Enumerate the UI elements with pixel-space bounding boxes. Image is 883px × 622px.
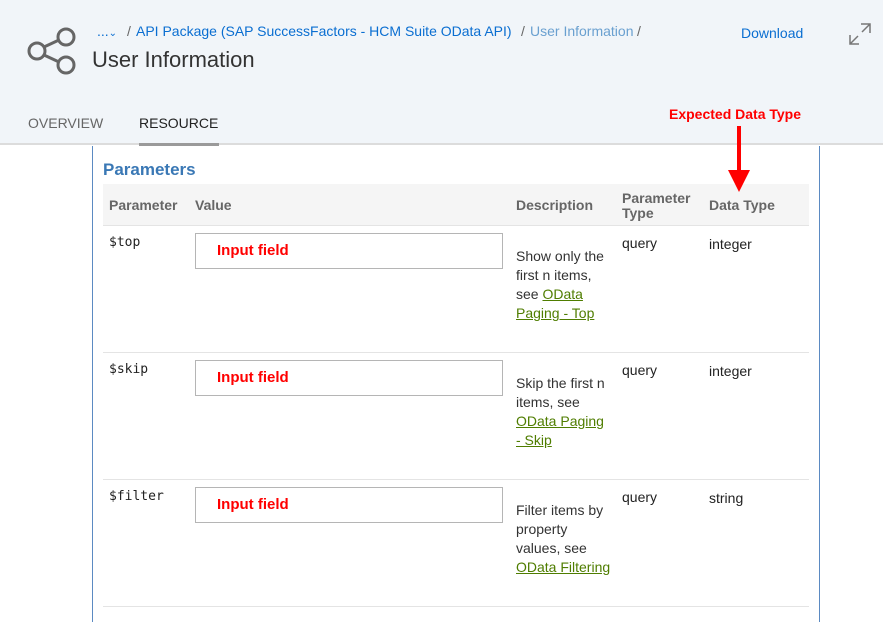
table-row: $filter Input field Filter items by prop…: [103, 480, 809, 607]
parameter-value-input[interactable]: Input field: [195, 233, 503, 269]
parameter-description: Skip the first n items, see OData Paging…: [516, 374, 611, 450]
table-row: $top Input field Show only the first n i…: [103, 226, 809, 353]
parameter-value-input[interactable]: Input field: [195, 487, 503, 523]
download-button[interactable]: Download: [741, 25, 803, 41]
column-header: Parameter Type: [622, 190, 691, 221]
column-header: Parameter: [109, 197, 178, 213]
breadcrumb-separator: /: [637, 23, 641, 39]
page-title: User Information: [92, 47, 255, 72]
breadcrumb-separator: /: [521, 23, 525, 39]
input-annotation: Input field: [217, 242, 289, 259]
data-type: integer: [709, 363, 752, 379]
chevron-down-icon: ⌄: [108, 28, 118, 39]
share-icon: [27, 27, 76, 75]
odata-doc-link[interactable]: OData Paging - Skip: [516, 413, 604, 448]
tab-overview[interactable]: OVERVIEW: [28, 115, 103, 131]
parameter-value-input[interactable]: Input field: [195, 360, 503, 396]
column-header: Description: [516, 197, 594, 213]
parameter-type: query: [622, 235, 658, 251]
tab-resource[interactable]: RESOURCE: [139, 115, 218, 131]
input-annotation: Input field: [217, 496, 289, 513]
parameter-type: query: [622, 362, 658, 378]
annotation-arrow-icon: [728, 126, 750, 192]
fullscreen-icon[interactable]: [848, 22, 872, 46]
description-text: Skip the first n items, see: [516, 375, 605, 410]
breadcrumb-separator: /: [127, 23, 131, 39]
annotation-label: Expected Data Type: [669, 106, 802, 122]
parameter-type: query: [622, 489, 658, 505]
parameter-name: $skip: [109, 362, 149, 377]
overflow-label: ...: [97, 23, 109, 39]
table-header: Parameter Value Description Parameter Ty…: [103, 184, 809, 226]
odata-doc-link[interactable]: OData Filtering: [516, 559, 610, 575]
column-header: Data Type: [709, 197, 775, 213]
page-header: ...⌄ / API Package (SAP SuccessFactors -…: [0, 0, 883, 146]
breadcrumb-current: User Information: [530, 23, 634, 39]
section-title: Parameters: [103, 160, 196, 179]
parameter-description: Show only the first n items, see OData P…: [516, 247, 611, 323]
data-type: string: [709, 490, 744, 506]
breadcrumb-api-package[interactable]: API Package (SAP SuccessFactors - HCM Su…: [136, 23, 512, 39]
description-text: Filter items by property values, see: [516, 502, 604, 556]
parameter-description: Filter items by property values, see ODa…: [516, 501, 611, 577]
data-type: integer: [709, 236, 752, 252]
table-row: $skip Input field Skip the first n items…: [103, 353, 809, 480]
breadcrumb-overflow[interactable]: ...⌄: [97, 23, 117, 39]
input-annotation: Input field: [217, 369, 289, 386]
parameter-name: $filter: [109, 489, 164, 504]
parameter-name: $top: [109, 235, 141, 250]
column-header: Value: [195, 197, 232, 213]
